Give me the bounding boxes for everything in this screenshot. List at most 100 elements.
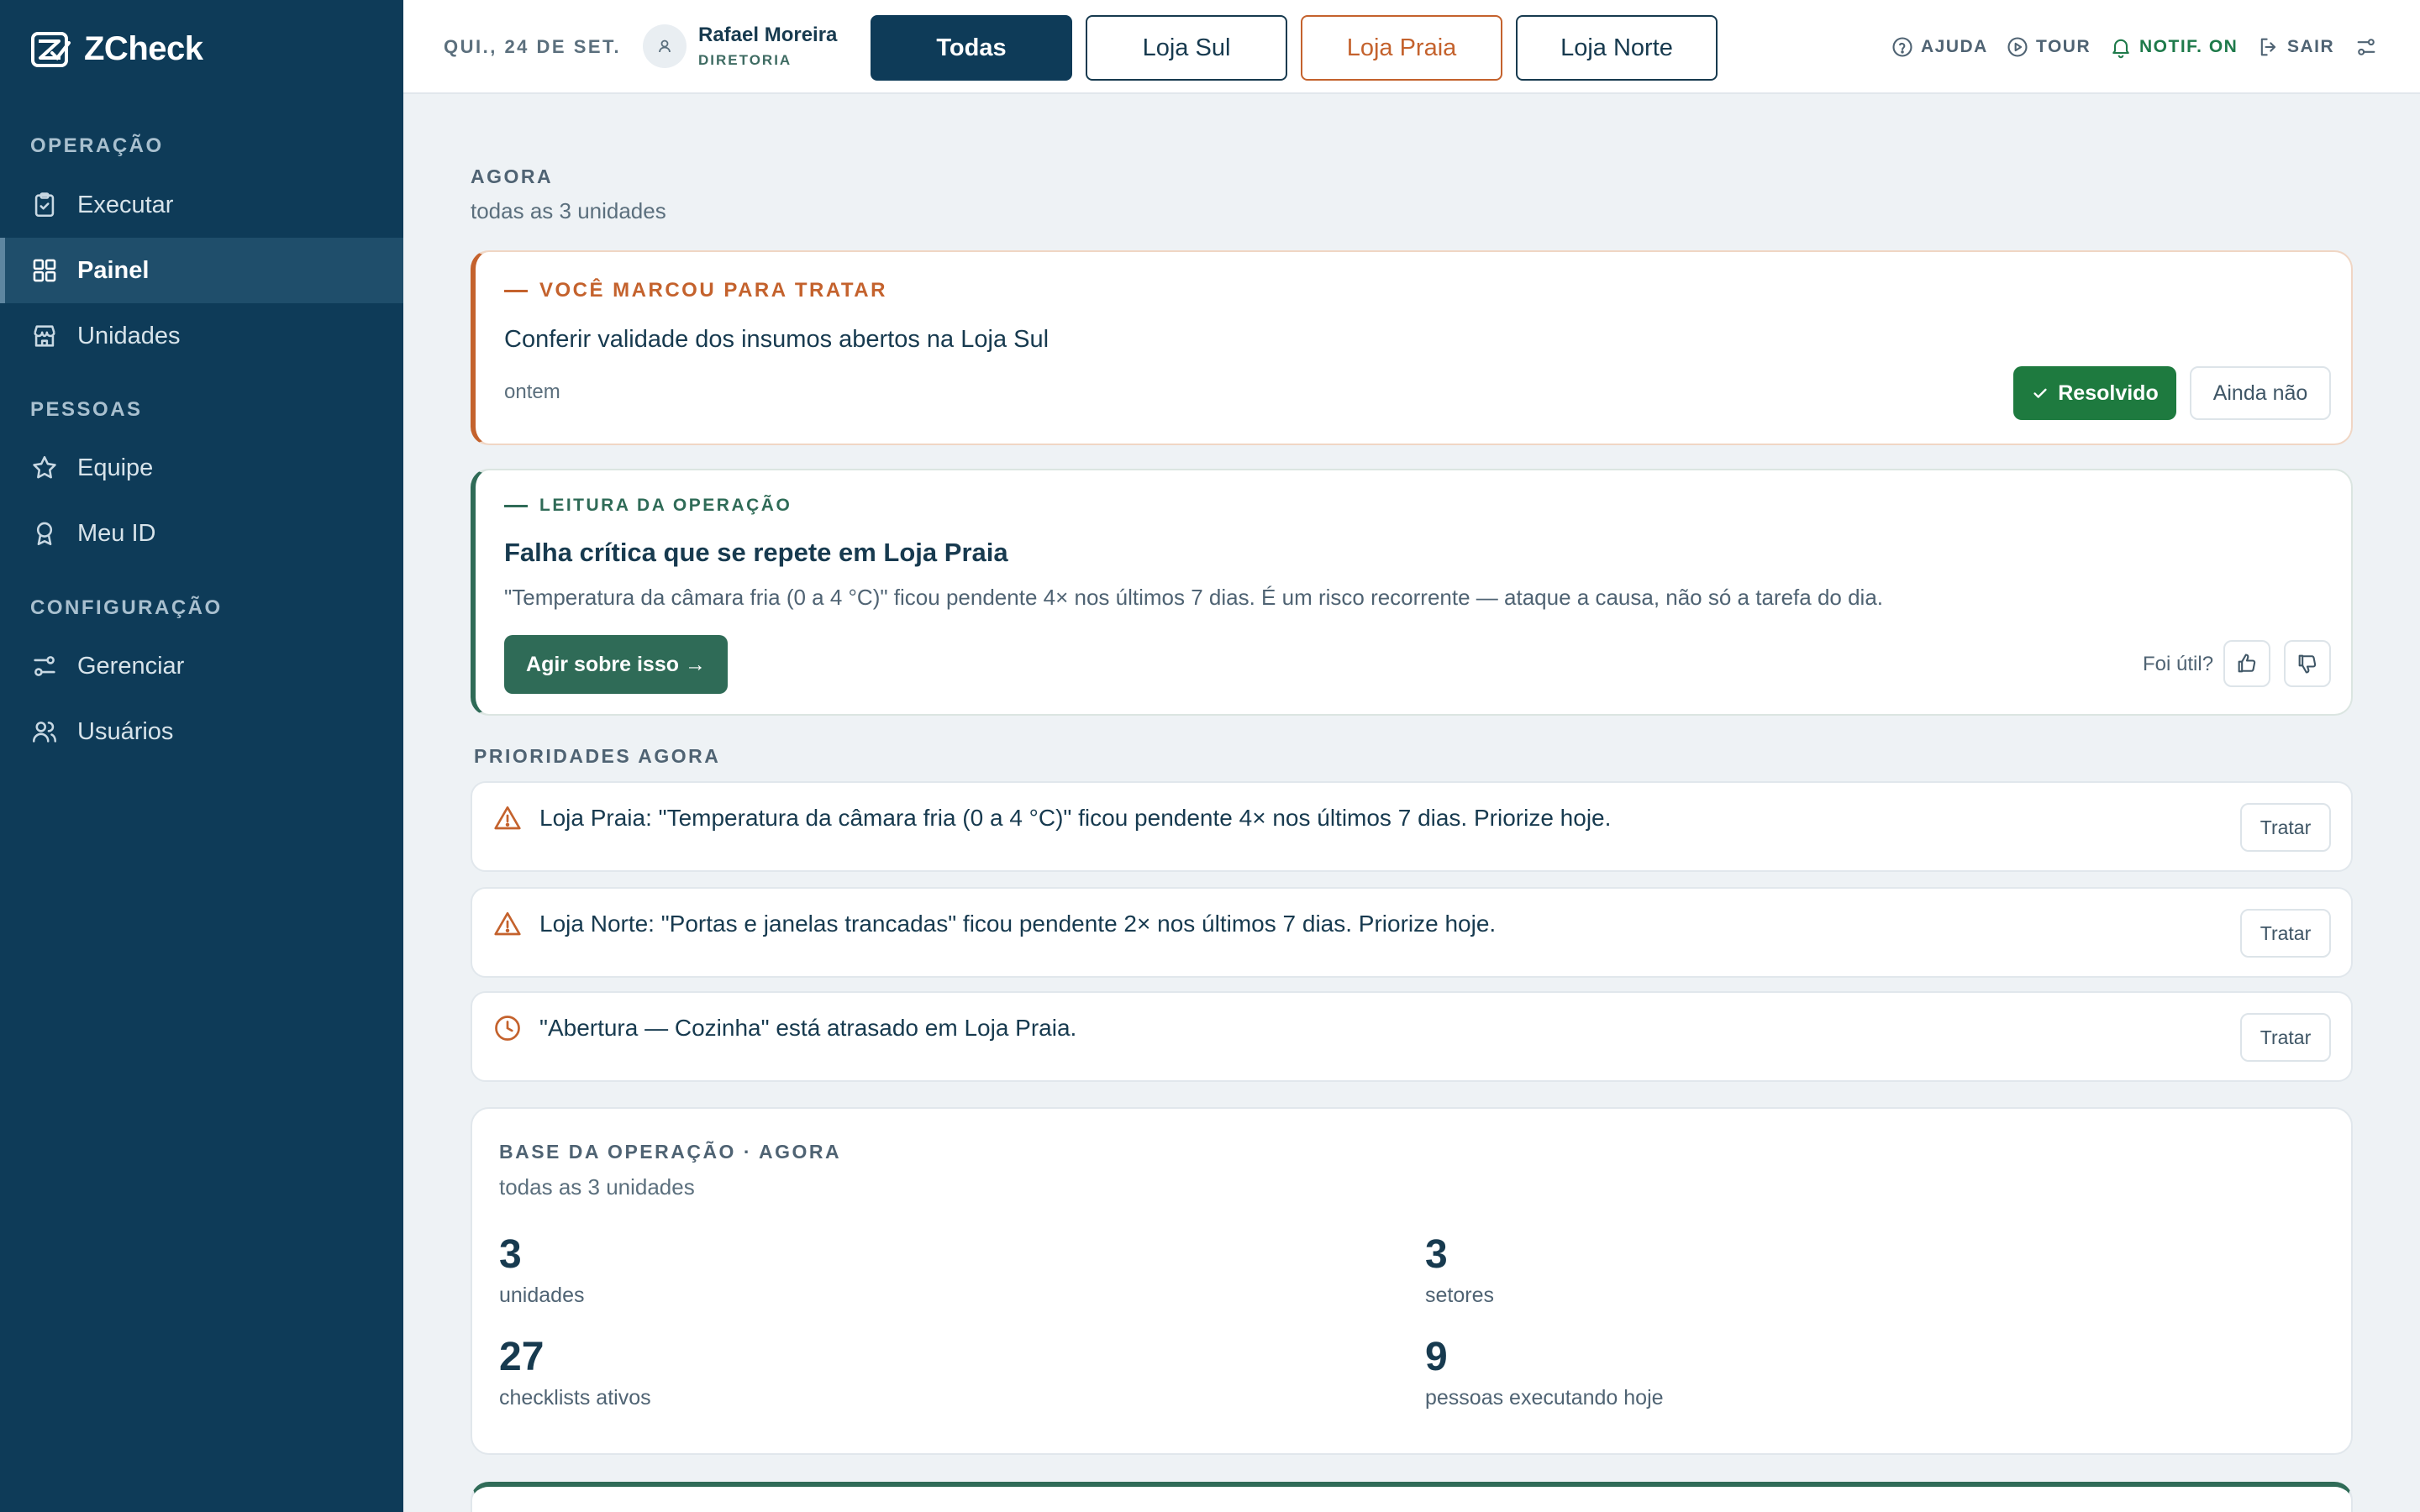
flagged-kicker: VOCÊ MARCOU PARA TRATAR [504, 279, 887, 302]
nav-section-configuracao: CONFIGURAÇÃO [30, 596, 223, 619]
next-card-partial [471, 1482, 2353, 1512]
sidebar-item-gerenciar[interactable]: Gerenciar [0, 633, 403, 699]
sidebar-item-unidades[interactable]: Unidades [0, 303, 403, 369]
sidebar-item-label: Unidades [77, 322, 181, 349]
sidebar-item-painel[interactable]: Painel [0, 238, 403, 303]
help-label: AJUDA [1921, 37, 1988, 56]
store-icon [34, 325, 55, 347]
nav-section-pessoas: PESSOAS [30, 398, 143, 421]
stat-sectors-label: setores [1425, 1284, 1494, 1307]
avatar [643, 24, 687, 68]
tour-button[interactable]: TOUR [2006, 35, 2091, 59]
thumbs-down-icon [2298, 654, 2317, 674]
sliders-icon [2357, 39, 2375, 55]
warning-icon [494, 911, 521, 936]
bell-icon [2112, 39, 2129, 59]
act-on-it-button[interactable]: Agir sobre isso → [504, 635, 728, 694]
treat-button[interactable]: Tratar [2240, 909, 2331, 958]
sliders-icon [34, 656, 55, 676]
flagged-when: ontem [504, 381, 560, 403]
priorities-title: PRIORIDADES AGORA [474, 745, 721, 767]
nav-section-operacao: OPERAÇÃO [30, 134, 164, 157]
priority-item: "Abertura — Cozinha" está atrasado em Lo… [471, 991, 2353, 1082]
user-role: DIRETORIA [698, 52, 792, 68]
base-subtitle: todas as 3 unidades [499, 1174, 695, 1200]
stat-units-value: 3 [499, 1232, 522, 1277]
stat-checklists-label: checklists ativos [499, 1386, 651, 1410]
grid-icon [33, 259, 56, 282]
sidebar-item-label: Gerenciar [77, 652, 185, 680]
user-name: Rafael Moreira [698, 24, 838, 46]
check-icon [2033, 388, 2047, 398]
insight-card: LEITURA DA OPERAÇÃO Falha crítica que se… [471, 469, 2353, 716]
resolved-button[interactable]: Resolvido [2013, 366, 2176, 420]
help-button[interactable]: AJUDA [1891, 35, 1988, 59]
priority-item: Loja Praia: "Temperatura da câmara fria … [471, 781, 2353, 872]
stat-sectors-value: 3 [1425, 1232, 1448, 1277]
sidebar-item-label: Usuários [77, 717, 174, 745]
priority-text: Loja Praia: "Temperatura da câmara fria … [539, 805, 1612, 831]
sidebar-item-label: Painel [77, 256, 150, 284]
flagged-text: Conferir validade dos insumos abertos na… [504, 326, 1050, 353]
play-icon [2007, 37, 2028, 57]
priority-text: Loja Norte: "Portas e janelas trancadas"… [539, 911, 1497, 937]
insight-kicker-text: LEITURA DA OPERAÇÃO [539, 496, 792, 515]
app-name: ZCheck [84, 30, 203, 67]
logout-button[interactable]: SAIR [2257, 35, 2334, 59]
treat-button[interactable]: Tratar [2240, 1013, 2331, 1062]
treat-button[interactable]: Tratar [2240, 803, 2331, 852]
current-date: QUI., 24 DE SET. [444, 36, 622, 57]
thumbs-down-button[interactable] [2284, 640, 2331, 687]
now-title: AGORA [471, 165, 554, 187]
thumbs-up-icon [2238, 654, 2256, 673]
sidebar: ZCheck OPERAÇÃO Executar Painel Unidades… [0, 0, 403, 1512]
feedback-label: Foi útil? [2143, 653, 2214, 675]
operation-base-card: BASE DA OPERAÇÃO · AGORA todas as 3 unid… [471, 1107, 2353, 1455]
sidebar-item-meu-id[interactable]: Meu ID [0, 501, 403, 566]
stat-checklists-value: 27 [499, 1335, 544, 1379]
topbar: QUI., 24 DE SET. Rafael Moreira DIRETORI… [403, 0, 2420, 94]
priority-text: "Abertura — Cozinha" está atrasado em Lo… [539, 1015, 1077, 1041]
users-icon [32, 722, 57, 743]
flagged-kicker-text: VOCÊ MARCOU PARA TRATAR [539, 279, 887, 302]
insight-body: "Temperatura da câmara fria (0 a 4 °C)" … [504, 585, 1884, 610]
logout-label: SAIR [2287, 37, 2335, 56]
user-icon [659, 39, 671, 53]
stat-people-label: pessoas executando hoje [1425, 1386, 1664, 1410]
help-icon [1892, 37, 1912, 57]
insight-kicker: LEITURA DA OPERAÇÃO [504, 496, 792, 516]
now-subtitle: todas as 3 unidades [471, 198, 666, 223]
tour-label: TOUR [2036, 37, 2091, 56]
warning-icon [494, 806, 521, 830]
clock-icon [495, 1016, 520, 1041]
settings-button[interactable] [2354, 35, 2378, 59]
star-icon [33, 455, 56, 479]
notifications-label: NOTIF. ON [2139, 37, 2238, 56]
sidebar-item-label: Executar [77, 191, 174, 218]
not-yet-button[interactable]: Ainda não [2190, 366, 2331, 420]
resolved-label: Resolvido [2058, 381, 2159, 405]
store-tab-todas[interactable]: Todas [871, 15, 1072, 81]
flagged-card: VOCÊ MARCOU PARA TRATAR Conferir validad… [471, 250, 2353, 445]
stat-units-label: unidades [499, 1284, 585, 1307]
store-tab-loja-praia[interactable]: Loja Praia [1301, 15, 1502, 81]
sidebar-item-equipe[interactable]: Equipe [0, 435, 403, 501]
insight-title: Falha crítica que se repete em Loja Prai… [504, 538, 1008, 567]
logo-icon [31, 31, 71, 67]
notifications-toggle[interactable]: NOTIF. ON [2109, 35, 2238, 59]
store-tab-loja-sul[interactable]: Loja Sul [1086, 15, 1287, 81]
app-logo[interactable]: ZCheck [30, 30, 203, 68]
priority-item: Loja Norte: "Portas e janelas trancadas"… [471, 887, 2353, 978]
sidebar-item-label: Equipe [77, 454, 154, 481]
logout-icon [2260, 38, 2276, 56]
badge-icon [36, 522, 53, 546]
user-menu[interactable]: Rafael Moreira DIRETORIA [643, 24, 837, 69]
thumbs-up-button[interactable] [2223, 640, 2270, 687]
sidebar-item-usuarios[interactable]: Usuários [0, 699, 403, 764]
clipboard-check-icon [34, 192, 55, 218]
store-tab-loja-norte[interactable]: Loja Norte [1516, 15, 1718, 81]
base-title: BASE DA OPERAÇÃO · AGORA [499, 1141, 842, 1163]
sidebar-item-executar[interactable]: Executar [0, 172, 403, 238]
sidebar-item-label: Meu ID [77, 519, 156, 547]
stat-people-value: 9 [1425, 1335, 1448, 1379]
